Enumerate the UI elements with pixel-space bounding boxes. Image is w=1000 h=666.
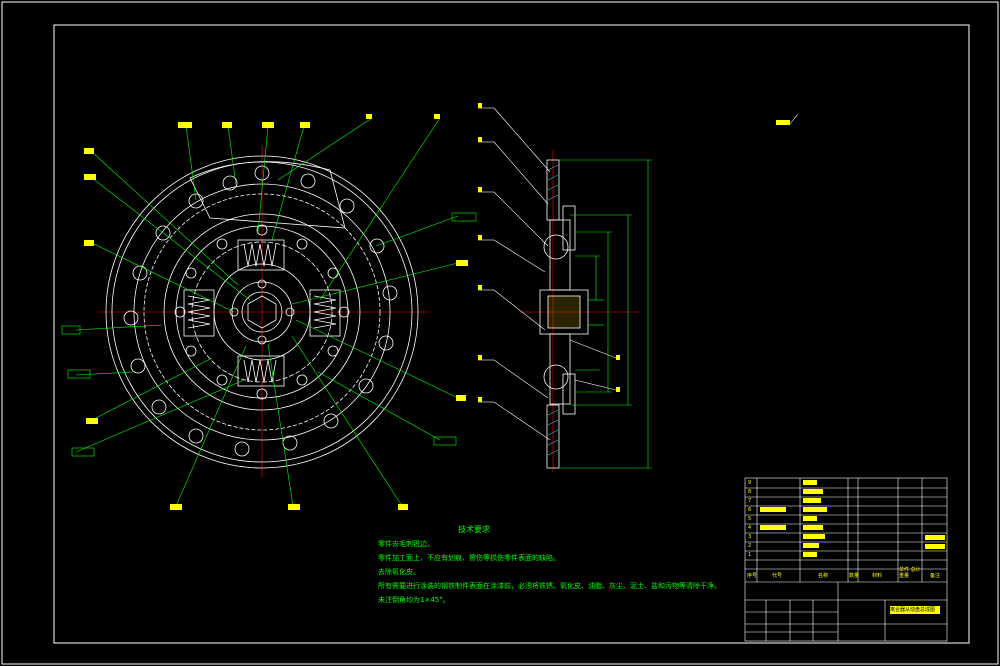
tb-row-3: 7 [748, 498, 752, 504]
tb-row-9: 1 [748, 552, 752, 558]
note-item: 去除氧化皮。 [378, 568, 420, 576]
note-item: 零件加工面上，不应有划痕、擦伤等损伤零件表面的缺陷。 [378, 554, 560, 562]
tb-header-code: 代号 [772, 573, 783, 579]
roughness-mark [789, 113, 799, 125]
tb-row-7: 3 [748, 534, 752, 540]
tb-header-weight: 单件 总计 重量 [899, 567, 921, 579]
note-item: 零件去毛刺锐边。 [378, 540, 434, 548]
tb-row-5: 5 [748, 516, 752, 522]
tb-row-1: 9 [748, 480, 752, 486]
tb-header-qty: 数量 [849, 573, 860, 579]
tb-row-2: 8 [748, 489, 752, 495]
drawing-name: 离合器从动盘总成图 [890, 607, 936, 613]
tb-header-name: 名称 [818, 573, 829, 579]
title-block-marks [760, 480, 945, 614]
section-leaders [478, 107, 617, 441]
section-balloons [478, 103, 790, 402]
note-item: 未注倒角均为1×45°。 [378, 596, 450, 604]
tb-header-index: 序号 [747, 573, 758, 579]
tb-header-material: 材料 [872, 573, 883, 579]
tb-row-6: 4 [748, 525, 752, 531]
bolt-holes-outer [123, 165, 398, 457]
tb-row-4: 6 [748, 507, 752, 513]
tb-row-8: 2 [748, 543, 752, 549]
front-view [98, 145, 430, 478]
tb-header-remark: 备注 [930, 573, 941, 579]
section-view [520, 150, 640, 472]
technical-notes: 技术要求 零件去毛刺锐边。 零件加工面上，不应有划痕、擦伤等损伤零件表面的缺陷。… [378, 523, 721, 607]
note-item: 所有需要进行涂装的钢铁制件表面在涂漆前，必须将铁锈、氧化皮、油脂、灰尘、泥土、盐… [378, 582, 721, 590]
title-block [744, 477, 948, 642]
